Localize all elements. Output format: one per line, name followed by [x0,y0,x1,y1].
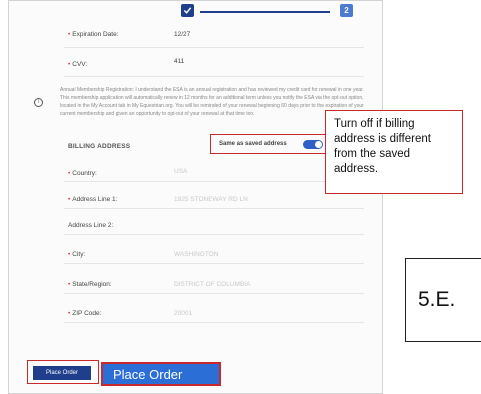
stepper-progress-line [200,11,330,13]
address-line1-input[interactable]: 1925 STONEWAY RD LN [174,196,248,203]
country-label: • Country: [68,170,97,177]
zip-code-input[interactable]: 20001 [174,310,192,317]
info-icon: i [34,98,43,107]
address-line2-input[interactable] [174,222,354,230]
place-order-button-enlarged[interactable]: Place Order [101,362,221,386]
cvv-value: 411 [174,58,185,65]
billing-address-title: BILLING ADDRESS [68,143,131,150]
state-region-select[interactable]: DISTRICT OF COLUMBIA [174,281,250,288]
expiration-date-label: • Expiration Date: [68,31,119,38]
country-select[interactable]: USA [174,168,187,175]
divider [64,181,364,182]
toggle-knob [315,141,322,148]
same-as-saved-label: Same as saved address [219,141,287,147]
billing-toggle-callout: Turn off if billing address is different… [325,110,463,194]
address-line2-label: Address Line 2: [68,222,114,229]
state-region-label: • State/Region: [68,281,112,288]
divider [64,47,364,48]
membership-terms-text: Annual Membership Registration: I unders… [60,87,364,117]
same-as-saved-toggle[interactable] [303,140,323,149]
divider [64,293,364,294]
cvv-label: • CVV: [68,61,88,68]
expiration-date-value: 12/27 [174,31,191,38]
step-tag: 5.E. [405,258,481,342]
address-line1-label: • Address Line 1: [68,196,118,203]
city-input[interactable]: WASHINGTON [174,251,218,258]
divider [64,76,364,77]
divider [64,208,364,209]
place-order-button[interactable]: Place Order [33,366,91,380]
same-as-saved-highlight: Same as saved address [210,134,327,154]
zip-code-label: • ZIP Code: [68,310,102,317]
step-1-complete-check-icon [181,4,194,17]
step-2-indicator[interactable]: 2 [340,4,353,17]
divider [64,263,364,264]
city-label: • City: [68,251,86,258]
divider [64,322,364,323]
divider [64,234,364,235]
